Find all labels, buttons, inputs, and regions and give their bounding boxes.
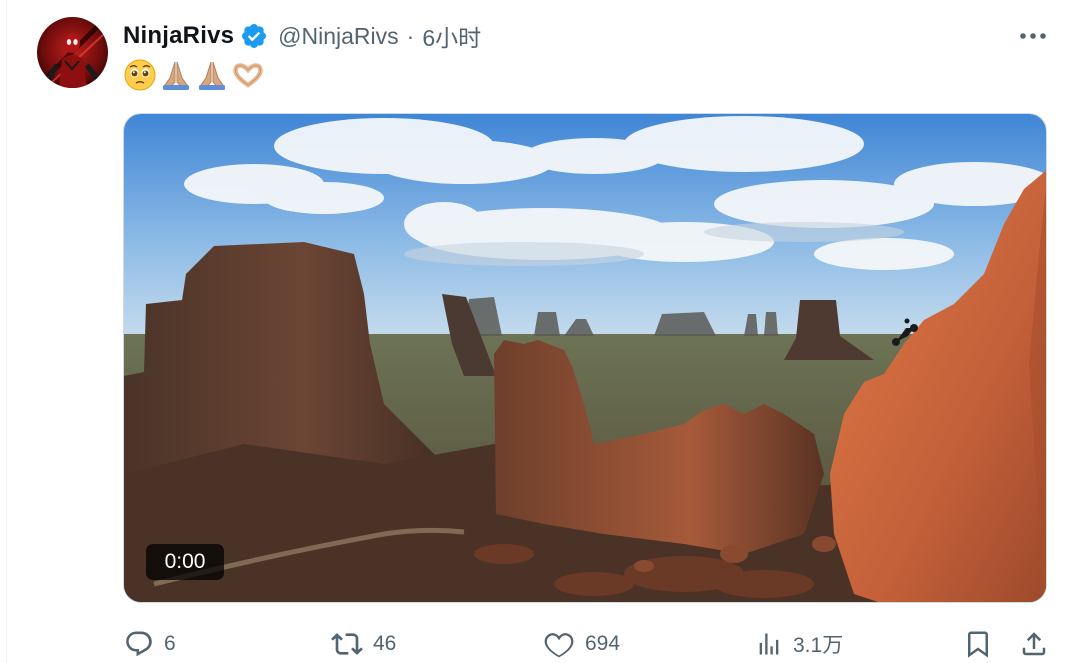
views-button[interactable]: 3.1万	[755, 624, 843, 663]
repost-button[interactable]: 46	[331, 624, 396, 663]
timeline-divider	[6, 0, 7, 663]
verified-badge-icon	[240, 22, 268, 50]
bookmark-icon	[963, 629, 993, 659]
like-button[interactable]: 694	[543, 624, 620, 663]
like-count: 694	[585, 632, 621, 655]
reply-button[interactable]: 6	[124, 624, 176, 663]
video-thumbnail	[124, 114, 1046, 602]
analytics-icon	[755, 630, 783, 658]
share-button[interactable]	[1019, 624, 1049, 663]
handle[interactable]: @NinjaRivs	[278, 23, 398, 50]
pleading-face-icon	[123, 58, 157, 92]
bookmark-button[interactable]	[963, 624, 993, 663]
repost-icon	[331, 628, 363, 660]
tweet-page: NinjaRivs @NinjaRivs · 6小时 0:00 6 46 694…	[0, 0, 1080, 663]
timestamp-link[interactable]: 6小时	[422, 19, 481, 53]
reply-count: 6	[164, 632, 176, 655]
video-player[interactable]: 0:00	[123, 113, 1047, 603]
heart-hands-icon	[231, 58, 265, 92]
avatar[interactable]	[37, 17, 108, 88]
heart-icon	[543, 628, 575, 660]
repost-count: 46	[373, 632, 397, 655]
views-count: 3.1万	[793, 634, 844, 657]
display-name[interactable]: NinjaRivs	[123, 22, 234, 50]
video-timestamp: 0:00	[146, 544, 224, 580]
more-options-icon[interactable]	[1018, 27, 1048, 45]
tweet-header: NinjaRivs @NinjaRivs · 6小时	[123, 18, 481, 54]
tweet-actions: 6 46 694 3.1万	[0, 624, 1080, 663]
share-icon	[1019, 629, 1049, 659]
tweet-text	[123, 57, 265, 93]
folded-hands-icon	[195, 58, 229, 92]
avatar-image	[37, 17, 108, 88]
reply-icon	[124, 629, 154, 659]
folded-hands-icon	[159, 58, 193, 92]
separator-dot: ·	[406, 22, 415, 49]
